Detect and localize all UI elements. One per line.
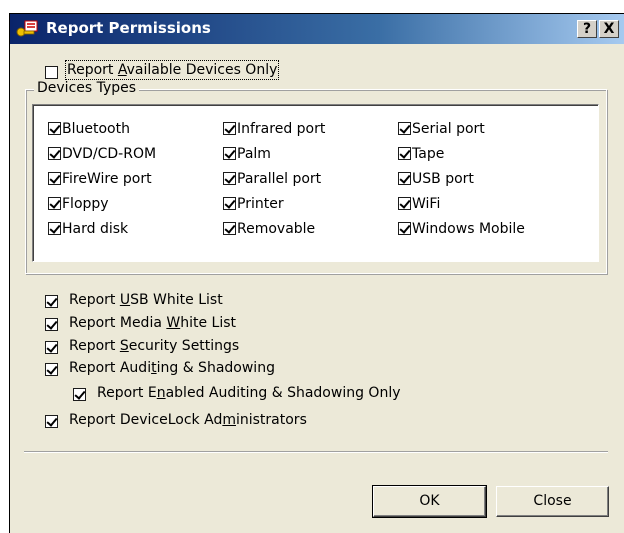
device-checkbox[interactable] xyxy=(223,172,236,185)
device-checkbox[interactable] xyxy=(223,122,236,135)
accelerator-key: S xyxy=(119,338,129,354)
device-label: Tape xyxy=(412,146,445,162)
window-title: Report Permissions xyxy=(46,19,211,37)
device-types-list[interactable]: Bluetooth DVD/CD-ROM FireWire port Flopp… xyxy=(32,104,599,262)
device-label: FireWire port xyxy=(62,171,152,187)
device-checkbox[interactable] xyxy=(223,197,236,210)
label-part: Report xyxy=(67,62,118,78)
accelerator-key: U xyxy=(119,292,131,308)
auditing-shadowing-label[interactable]: Report Auditing & Shadowing xyxy=(69,360,275,376)
device-item-firewire[interactable]: FireWire port xyxy=(48,171,152,187)
media-white-list-checkbox[interactable] xyxy=(45,318,58,331)
device-label: Hard disk xyxy=(62,221,129,237)
label-part: Report E xyxy=(97,385,157,401)
device-checkbox[interactable] xyxy=(398,197,411,210)
device-item-dvd-cdrom[interactable]: DVD/CD-ROM xyxy=(48,146,156,162)
available-devices-only-checkbox[interactable] xyxy=(45,66,58,79)
accelerator-key: m xyxy=(222,412,236,428)
device-checkbox[interactable] xyxy=(48,222,61,235)
label-part: hite List xyxy=(180,315,236,331)
device-label: WiFi xyxy=(412,196,441,212)
device-label: DVD/CD-ROM xyxy=(62,146,157,162)
device-label: Infrared port xyxy=(237,121,326,137)
device-checkbox[interactable] xyxy=(398,122,411,135)
device-item-palm[interactable]: Palm xyxy=(223,146,271,162)
devicelock-administrators-label[interactable]: Report DeviceLock Administrators xyxy=(69,412,307,428)
title-bar[interactable]: Report Permissions ? X xyxy=(10,14,624,44)
device-types-group-label: Devices Types xyxy=(34,80,140,96)
label-part: inistrators xyxy=(235,412,307,428)
device-checkbox[interactable] xyxy=(48,197,61,210)
auditing-shadowing-checkbox[interactable] xyxy=(45,363,58,376)
device-item-infrared[interactable]: Infrared port xyxy=(223,121,325,137)
device-checkbox[interactable] xyxy=(48,122,61,135)
device-label: Palm xyxy=(237,146,271,162)
device-checkbox[interactable] xyxy=(398,172,411,185)
available-devices-only-label[interactable]: Report Available Devices Only xyxy=(64,60,280,80)
device-item-wifi[interactable]: WiFi xyxy=(398,196,440,212)
label-part: Report xyxy=(69,338,120,354)
device-item-parallel[interactable]: Parallel port xyxy=(223,171,321,187)
device-checkbox[interactable] xyxy=(223,147,236,160)
device-item-hard-disk[interactable]: Hard disk xyxy=(48,221,128,237)
security-settings-checkbox[interactable] xyxy=(45,341,58,354)
devicelock-app-icon xyxy=(16,20,38,37)
security-settings-label[interactable]: Report Security Settings xyxy=(69,338,239,354)
separator xyxy=(24,451,608,453)
ok-button[interactable]: OK xyxy=(372,485,487,518)
devicelock-administrators-checkbox[interactable] xyxy=(45,415,58,428)
device-checkbox[interactable] xyxy=(398,222,411,235)
label-part: ing & Shadowing xyxy=(156,360,275,376)
label-part: Report Media xyxy=(69,315,167,331)
device-label: Printer xyxy=(237,196,284,212)
help-button[interactable]: ? xyxy=(577,20,597,38)
device-label: Bluetooth xyxy=(62,121,130,137)
label-part: Report DeviceLock Ad xyxy=(69,412,223,428)
accelerator-key: W xyxy=(166,315,181,331)
label-part: ecurity Settings xyxy=(128,338,240,354)
device-label: Parallel port xyxy=(237,171,322,187)
device-item-printer[interactable]: Printer xyxy=(223,196,284,212)
device-item-tape[interactable]: Tape xyxy=(398,146,444,162)
label-part: Report Audi xyxy=(69,360,152,376)
close-button[interactable]: Close xyxy=(496,486,609,517)
device-checkbox[interactable] xyxy=(223,222,236,235)
device-item-usb[interactable]: USB port xyxy=(398,171,474,187)
label-part: SB White List xyxy=(130,292,223,308)
device-label: Serial port xyxy=(412,121,485,137)
device-checkbox[interactable] xyxy=(48,147,61,160)
media-white-list-label[interactable]: Report Media White List xyxy=(69,315,236,331)
device-item-windows-mobile[interactable]: Windows Mobile xyxy=(398,221,525,237)
enabled-auditing-only-label[interactable]: Report Enabled Auditing & Shadowing Only xyxy=(97,385,401,401)
device-label: Windows Mobile xyxy=(412,221,525,237)
label-part: vailable Devices Only xyxy=(126,62,278,78)
device-checkbox[interactable] xyxy=(48,172,61,185)
usb-white-list-checkbox[interactable] xyxy=(45,295,58,308)
device-label: Floppy xyxy=(62,196,109,212)
label-part: Report xyxy=(69,292,120,308)
label-part: abled Auditing & Shadowing Only xyxy=(165,385,401,401)
device-item-floppy[interactable]: Floppy xyxy=(48,196,109,212)
close-window-button[interactable]: X xyxy=(599,20,619,38)
enabled-auditing-only-checkbox[interactable] xyxy=(73,388,86,401)
device-item-removable[interactable]: Removable xyxy=(223,221,315,237)
usb-white-list-label[interactable]: Report USB White List xyxy=(69,292,223,308)
device-item-serial[interactable]: Serial port xyxy=(398,121,485,137)
device-checkbox[interactable] xyxy=(398,147,411,160)
device-item-bluetooth[interactable]: Bluetooth xyxy=(48,121,130,137)
device-label: Removable xyxy=(237,221,316,237)
accelerator-key: n xyxy=(156,385,166,401)
accelerator-key: A xyxy=(117,62,127,78)
device-label: USB port xyxy=(412,171,474,187)
